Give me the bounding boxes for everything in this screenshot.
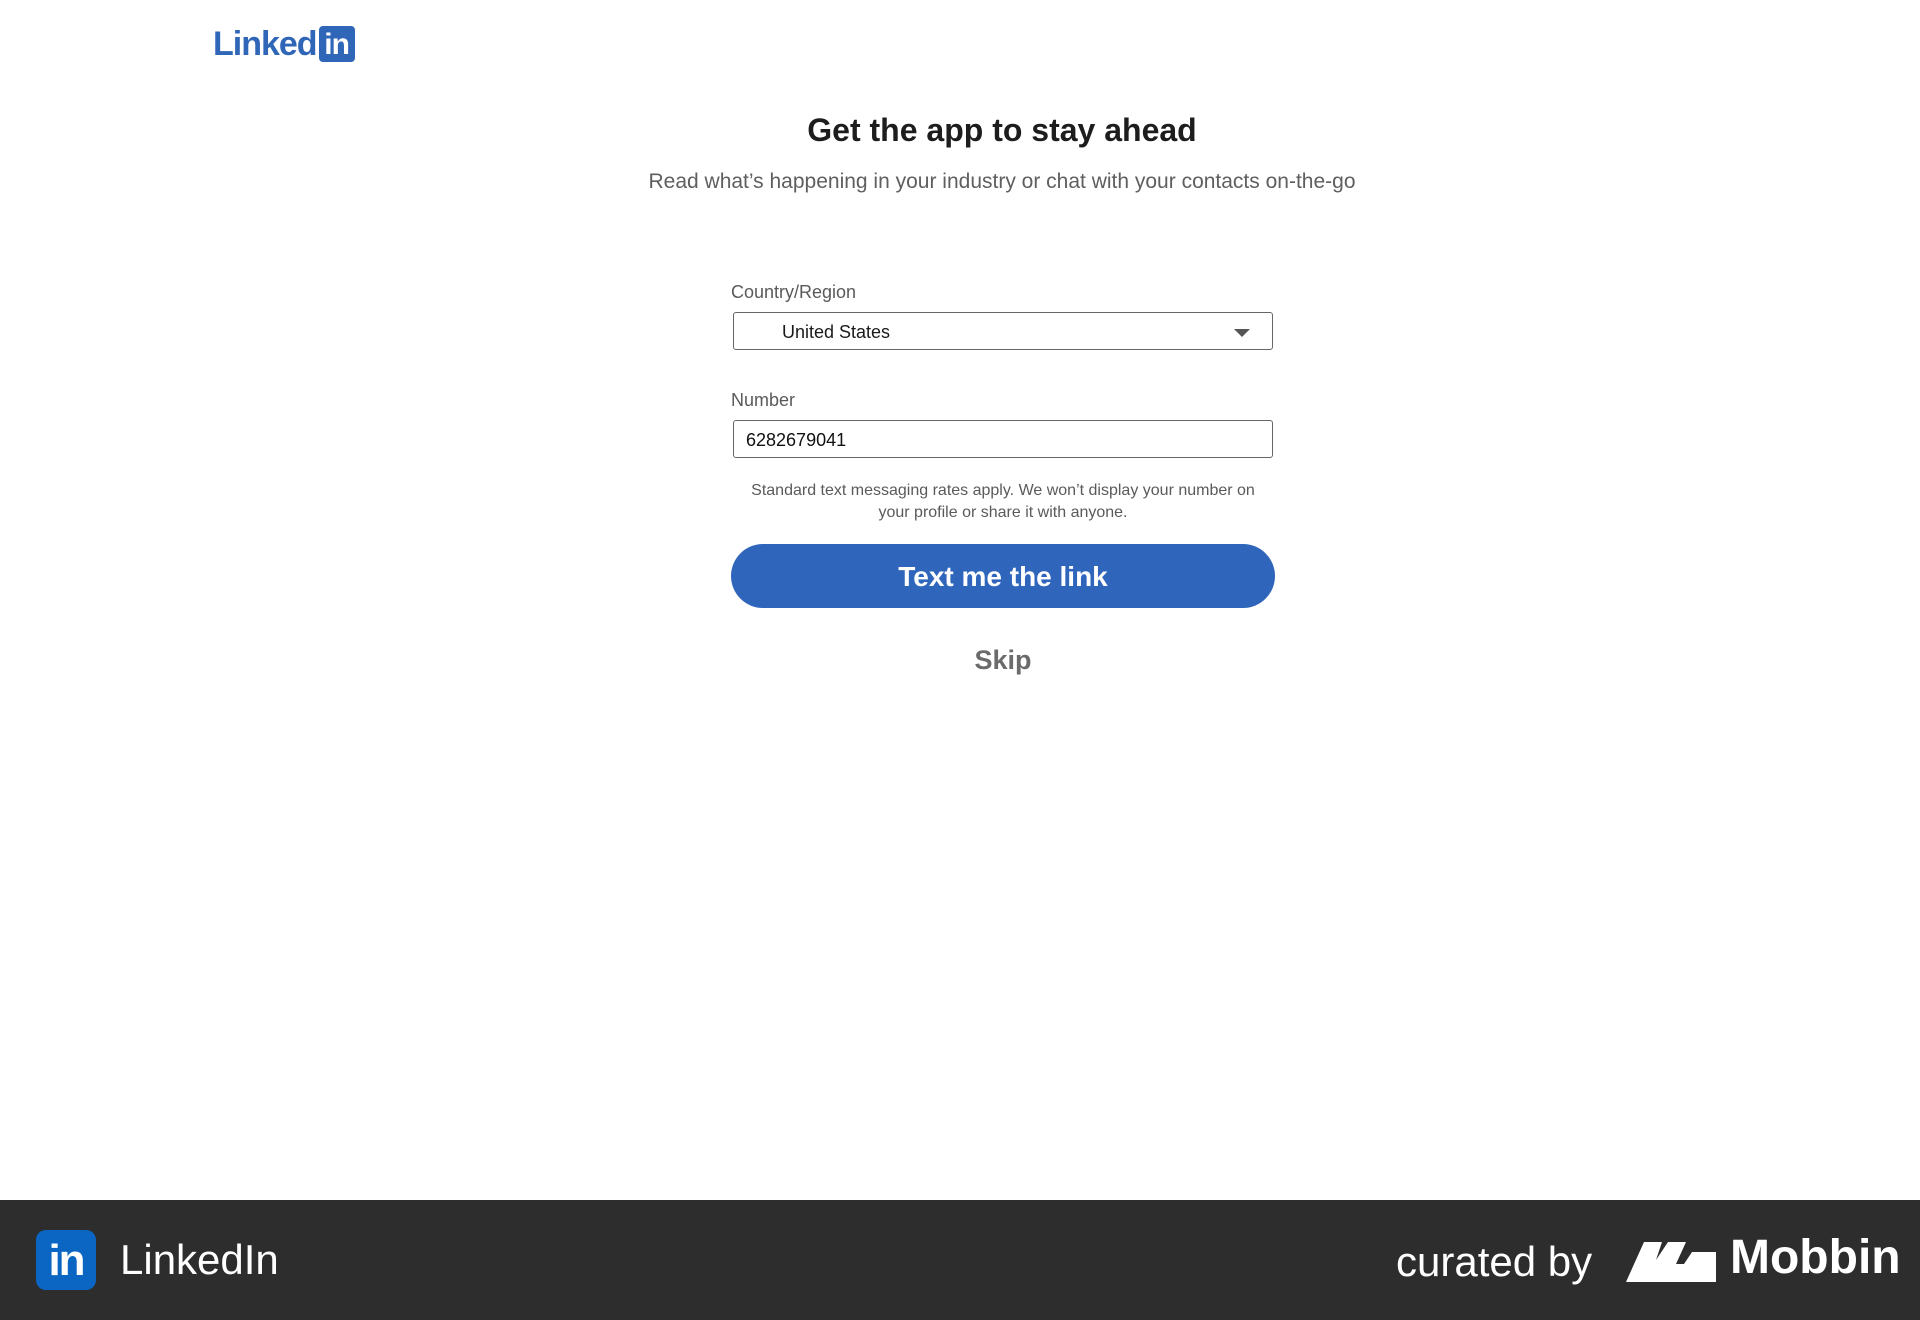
page-title: Get the app to stay ahead — [807, 112, 1197, 148]
mobbin-logo-icon — [1626, 1242, 1716, 1282]
country-select[interactable]: United States — [733, 312, 1273, 350]
linkedin-logo[interactable]: Linked in — [213, 26, 355, 62]
number-label: Number — [731, 390, 796, 410]
page-subtitle: Read what’s happening in your industry o… — [648, 170, 1356, 193]
logo-wordmark: Linked — [213, 25, 318, 63]
chevron-down-icon — [1234, 329, 1250, 337]
linkedin-app-icon: in — [36, 1230, 96, 1290]
app-name: LinkedIn — [120, 1236, 279, 1283]
text-me-link-button[interactable]: Text me the link — [731, 544, 1275, 608]
curated-by-text: curated by — [1396, 1238, 1593, 1285]
text-link-form: Country/Region United States Number 6282… — [731, 280, 1275, 676]
mobbin-wordmark: Mobbin — [1730, 1231, 1901, 1284]
phone-number-value: 6282679041 — [746, 430, 847, 450]
sms-disclaimer: Standard text messaging rates apply. We … — [751, 482, 1255, 521]
footer-bar: in LinkedIn curated by Mobbin — [0, 1200, 1920, 1320]
logo-in-box: in — [318, 26, 355, 62]
country-value: United States — [782, 322, 891, 342]
skip-link[interactable]: Skip — [731, 644, 1275, 676]
country-label: Country/Region — [731, 282, 857, 302]
phone-number-input[interactable]: 6282679041 — [733, 420, 1273, 458]
